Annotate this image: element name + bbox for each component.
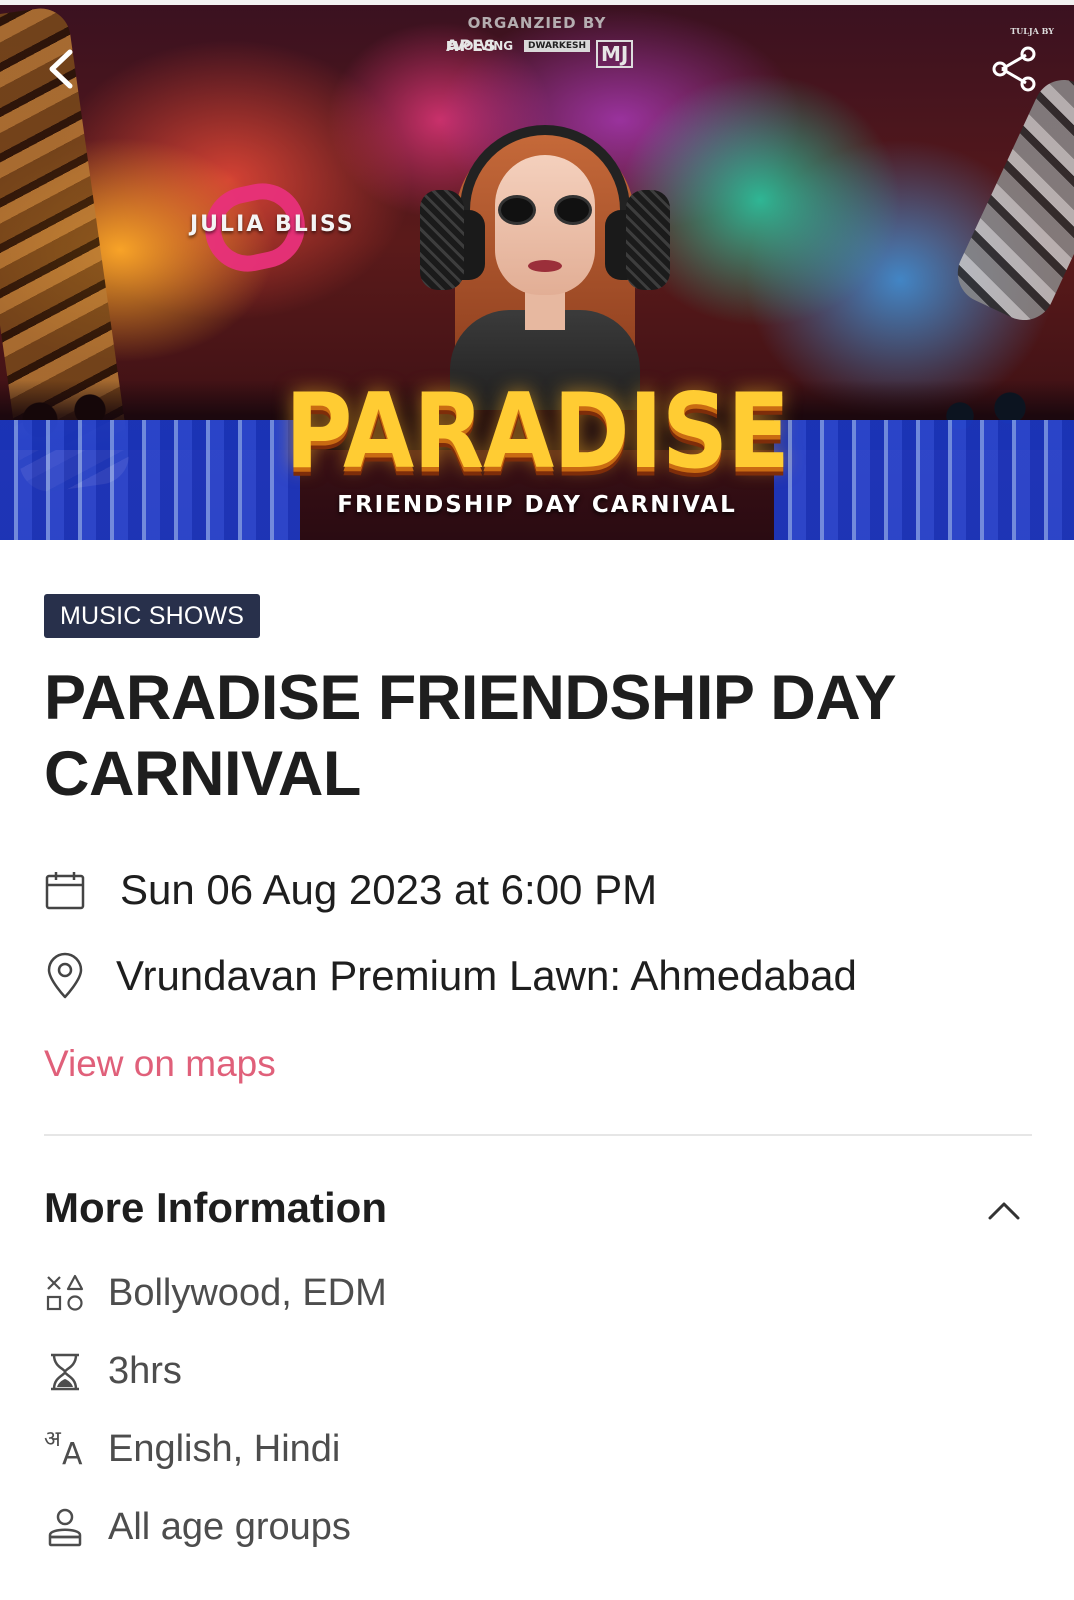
view-on-maps-link[interactable]: View on maps [44,1043,276,1085]
chevron-left-icon [49,49,73,89]
translate-icon: अA [44,1426,83,1472]
user-icon [44,1507,86,1549]
shapes-icon [44,1273,86,1315]
info-age: All age groups [108,1506,351,1548]
sponsor-logo-dwarkesh: DWARKESH [524,40,591,52]
corner-brand-logo: TULJA BY [1010,26,1054,36]
sponsor-logo-mj: MJ [596,40,634,68]
info-genre: Bollywood, EDM [108,1272,387,1314]
banner-title: PARADISE [285,371,790,492]
info-language-row: अA English, Hindi [44,1426,341,1472]
event-venue: Vrundavan Premium Lawn: Ahmedabad [116,952,857,999]
info-duration-row: 3hrs [44,1350,182,1393]
artist-logo: JULIA BLISS [190,175,380,280]
info-languages: English, Hindi [108,1428,341,1470]
chevron-up-icon [988,1202,1020,1220]
organized-by-label: ORGANZIED BY [467,14,607,32]
info-genre-row: Bollywood, EDM [44,1272,387,1315]
artist-name: JULIA BLISS [190,212,355,237]
info-duration: 3hrs [108,1350,182,1392]
sponsor-logos: EVOLVING APES DWARKESH MJ [446,38,636,74]
more-information-toggle[interactable]: More Information [44,1180,1032,1240]
category-badge: MUSIC SHOWS [44,594,261,638]
calendar-icon [44,869,86,911]
chain-decoration-right [947,70,1074,330]
back-button[interactable] [36,42,90,96]
sponsor-logo-apes: EVOLVING APES [446,38,513,54]
sponsor-1-top: EVOLVING [446,39,514,53]
section-divider [44,1134,1032,1136]
top-strip [0,0,1074,5]
map-pin-icon [44,952,86,999]
event-title: PARADISE FRIENDSHIP DAY CARNIVAL [44,663,895,809]
dj-illustration [420,110,670,410]
more-information-heading: More Information [44,1184,387,1231]
event-banner: ORGANZIED BY EVOLVING APES DWARKESH MJ T… [0,0,1074,540]
event-date-row: Sun 06 Aug 2023 at 6:00 PM [44,866,657,914]
banner-subtitle: FRIENDSHIP DAY CARNIVAL [337,492,737,518]
event-datetime: Sun 06 Aug 2023 at 6:00 PM [120,866,658,913]
event-venue-row: Vrundavan Premium Lawn: Ahmedabad [44,952,857,1000]
share-button[interactable] [988,42,1042,96]
share-icon [992,46,1036,92]
info-age-row: All age groups [44,1506,351,1549]
hourglass-icon [44,1351,86,1393]
